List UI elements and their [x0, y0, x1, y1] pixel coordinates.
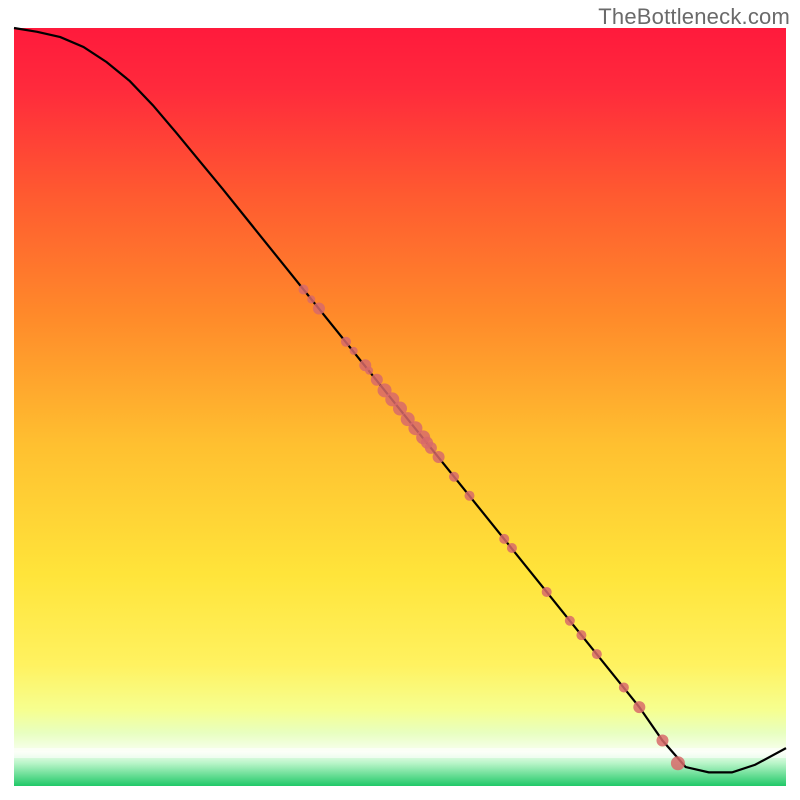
data-point: [565, 616, 575, 626]
data-point: [433, 451, 445, 463]
watermark-text: TheBottleneck.com: [598, 4, 790, 30]
data-point: [656, 735, 668, 747]
data-point: [542, 587, 552, 597]
chart-svg: [0, 0, 800, 800]
data-point: [592, 649, 602, 659]
data-point: [313, 302, 325, 314]
data-point: [576, 630, 586, 640]
data-point: [499, 534, 509, 544]
data-point: [350, 347, 358, 355]
data-point: [425, 442, 437, 454]
data-point: [341, 337, 351, 347]
data-point: [371, 374, 383, 386]
data-point: [633, 701, 645, 713]
data-point: [671, 756, 685, 770]
data-point: [507, 543, 517, 553]
data-point: [449, 472, 459, 482]
data-point: [464, 491, 474, 501]
data-point: [619, 682, 629, 692]
data-point: [307, 295, 315, 303]
data-point: [299, 285, 309, 295]
chart-container: TheBottleneck.com: [0, 0, 800, 800]
data-point: [365, 367, 373, 375]
